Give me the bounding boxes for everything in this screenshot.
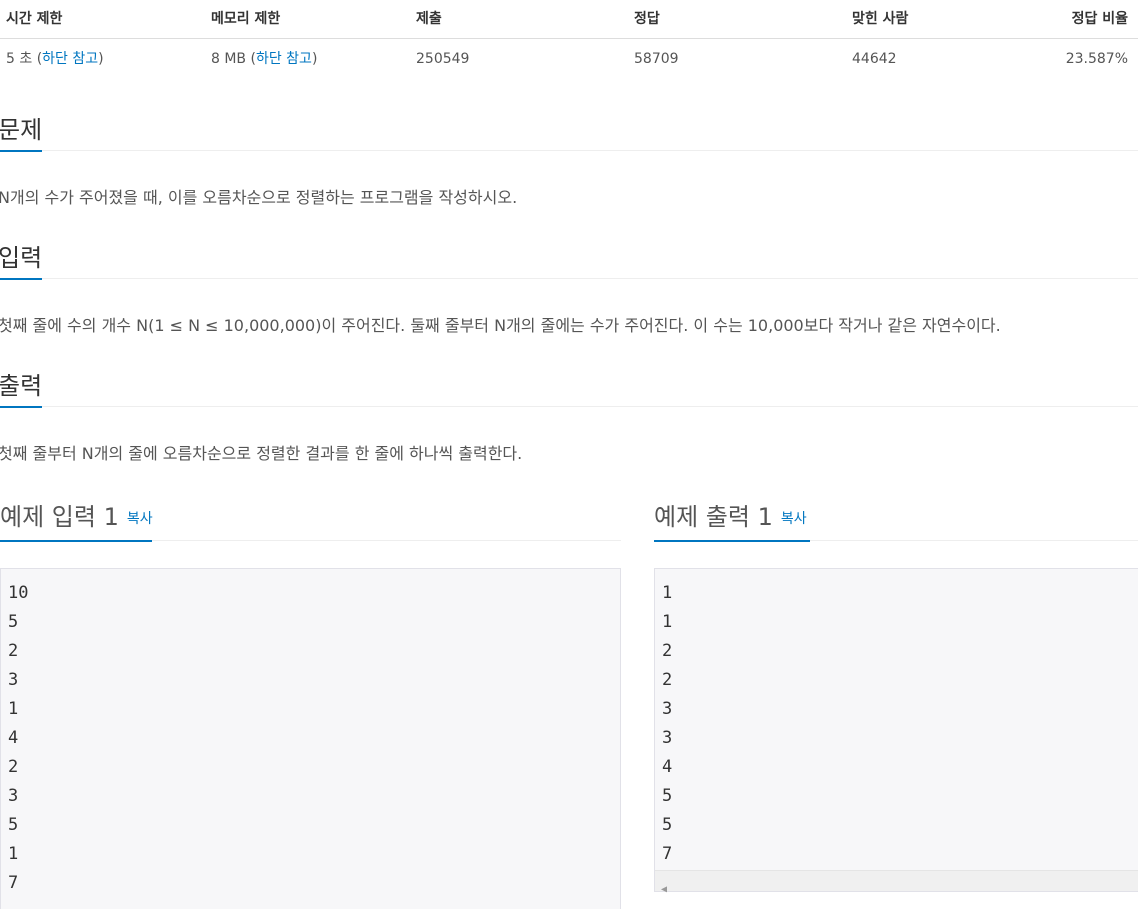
sample-output-panel: 예제 출력 1 복사 1 1 2 2 3 3 4 5 5 7 ◀ xyxy=(654,494,1138,895)
sample-input-line: 5 xyxy=(8,815,19,835)
memory-limit-note-link[interactable]: 하단 참고 xyxy=(256,51,312,67)
ratio-value: 23.587% xyxy=(1065,51,1128,67)
input-title-underline xyxy=(0,278,42,280)
submissions-value: 250549 xyxy=(416,51,470,67)
sample-output-horizontal-scrollbar[interactable]: ◀ xyxy=(655,870,1138,895)
problem-page: 시간 제한 메모리 제한 제출 정답 맞힌 사람 정답 비율 5 초 (하단 참… xyxy=(0,0,1138,909)
sample-output-line: 2 xyxy=(662,670,673,690)
sample-output-line: 3 xyxy=(662,699,673,719)
sample-output-code-block[interactable]: 1 1 2 2 3 3 4 5 5 7 ◀ xyxy=(654,568,1138,895)
stats-value-row: 5 초 (하단 참고) 8 MB (하단 참고) 250549 58709 44… xyxy=(0,39,1138,77)
header-submissions: 제출 xyxy=(416,11,442,27)
problem-stats-table: 시간 제한 메모리 제한 제출 정답 맞힌 사람 정답 비율 5 초 (하단 참… xyxy=(0,0,1138,77)
time-limit-value: 5 초 (하단 참고) xyxy=(6,51,104,67)
solvers-value: 44642 xyxy=(852,51,897,67)
sample-output-header: 예제 출력 1 복사 xyxy=(654,494,1138,542)
sample-output-line: 3 xyxy=(662,728,673,748)
problem-description: N개의 수가 주어졌을 때, 이를 오름차순으로 정렬하는 프로그램을 작성하시… xyxy=(0,188,518,207)
memory-limit-value: 8 MB (하단 참고) xyxy=(211,51,318,67)
sample-input-line: 4 xyxy=(8,728,19,748)
sample-output-title-text: 예제 출력 1 xyxy=(654,503,773,531)
sample-output-line: 7 xyxy=(662,844,673,864)
problem-section-header: 문제 xyxy=(0,110,1138,152)
sample-input-header: 예제 입력 1 복사 xyxy=(0,494,621,542)
memory-limit-text: 8 MB xyxy=(211,51,247,67)
scroll-left-arrow-icon[interactable]: ◀ xyxy=(661,875,667,904)
sample-output-line: 1 xyxy=(662,583,673,603)
sample-output-line: 4 xyxy=(662,757,673,777)
input-section-header: 입력 xyxy=(0,238,1138,280)
output-section-header: 출력 xyxy=(0,366,1138,408)
sample-output-line: 5 xyxy=(662,815,673,835)
input-section: 입력 첫째 줄에 수의 개수 N(1 ≤ N ≤ 10,000,000)이 주어… xyxy=(0,238,1138,335)
sample-input-line: 2 xyxy=(8,641,19,661)
sample-input-line: 5 xyxy=(8,612,19,632)
sample-output-line: 2 xyxy=(662,641,673,661)
output-section-title: 출력 xyxy=(0,372,43,400)
problem-section-title: 문제 xyxy=(0,116,43,144)
header-accepted: 정답 xyxy=(634,11,660,27)
sample-input-line: 10 xyxy=(8,583,29,603)
sample-input-title: 예제 입력 1 복사 xyxy=(0,494,153,542)
sample-input-line: 2 xyxy=(8,757,19,777)
output-section: 출력 첫째 줄부터 N개의 줄에 오름차순으로 정렬한 결과를 한 줄에 하나씩… xyxy=(0,366,1138,463)
time-limit-text: 5 초 xyxy=(6,51,33,67)
sample-input-code-block[interactable]: 10 5 2 3 1 4 2 3 5 1 7 xyxy=(0,568,621,909)
sample-output-title: 예제 출력 1 복사 xyxy=(654,494,807,542)
time-limit-note-link[interactable]: 하단 참고 xyxy=(42,51,98,67)
sample-input-title-text: 예제 입력 1 xyxy=(0,503,119,531)
header-time-limit: 시간 제한 xyxy=(6,11,63,27)
sample-output-copy-button[interactable]: 복사 xyxy=(781,511,807,527)
header-memory-limit: 메모리 제한 xyxy=(211,11,281,27)
problem-section: 문제 N개의 수가 주어졌을 때, 이를 오름차순으로 정렬하는 프로그램을 작… xyxy=(0,110,1138,207)
input-description: 첫째 줄에 수의 개수 N(1 ≤ N ≤ 10,000,000)이 주어진다.… xyxy=(0,316,1001,335)
sample-input-copy-button[interactable]: 복사 xyxy=(127,511,153,527)
stats-header-row: 시간 제한 메모리 제한 제출 정답 맞힌 사람 정답 비율 xyxy=(0,0,1138,39)
header-solvers: 맞힌 사람 xyxy=(852,11,909,27)
header-ratio: 정답 비율 xyxy=(1071,11,1128,27)
sample-input-line: 3 xyxy=(8,786,19,806)
input-section-title: 입력 xyxy=(0,244,43,272)
sample-input-title-underline xyxy=(0,540,152,542)
accepted-value: 58709 xyxy=(634,51,679,67)
output-description: 첫째 줄부터 N개의 줄에 오름차순으로 정렬한 결과를 한 줄에 하나씩 출력… xyxy=(0,444,523,463)
sample-input-panel: 예제 입력 1 복사 10 5 2 3 1 4 2 3 5 1 7 xyxy=(0,494,621,909)
sample-input-line: 3 xyxy=(8,670,19,690)
problem-title-underline xyxy=(0,150,42,152)
sample-input-line: 1 xyxy=(8,844,19,864)
sample-input-line: 7 xyxy=(8,873,19,893)
sample-output-line: 5 xyxy=(662,786,673,806)
sample-output-title-underline xyxy=(654,540,810,542)
sample-output-line: 1 xyxy=(662,612,673,632)
output-title-underline xyxy=(0,406,42,408)
sample-input-line: 1 xyxy=(8,699,19,719)
